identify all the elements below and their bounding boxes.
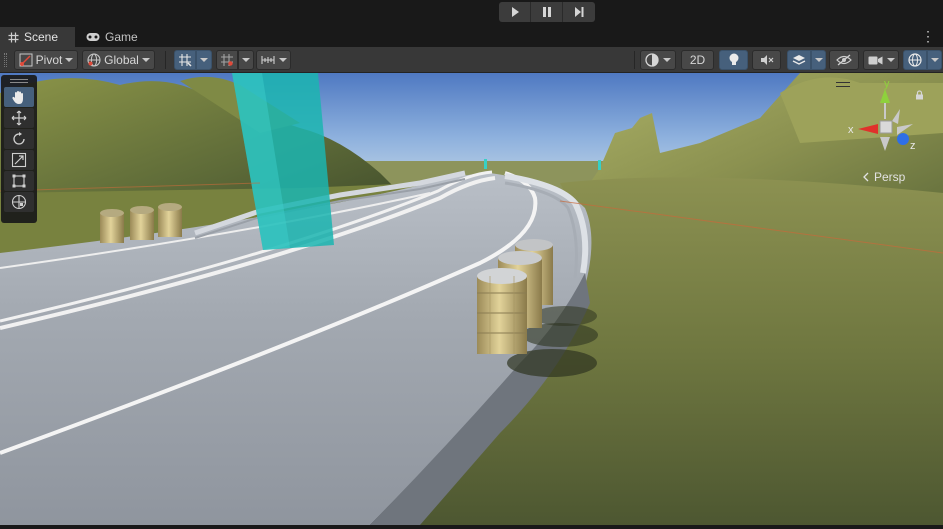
toolbar-grip[interactable] bbox=[4, 53, 7, 67]
audio-toggle-button[interactable] bbox=[752, 50, 781, 70]
perspective-chevron-icon bbox=[863, 172, 869, 182]
chevron-down-icon bbox=[141, 58, 150, 62]
increment-snap-icon bbox=[221, 54, 233, 66]
gizmo-negz-cone[interactable] bbox=[892, 109, 900, 124]
grid-snap-icon bbox=[179, 54, 192, 67]
shading-sphere-icon bbox=[645, 53, 659, 67]
effects-toggle-button[interactable] bbox=[787, 50, 811, 70]
pause-button[interactable] bbox=[531, 2, 563, 22]
gizmo-z-label: z bbox=[910, 140, 916, 152]
layers-effects-icon bbox=[792, 55, 806, 65]
pivot-label: Pivot bbox=[35, 53, 63, 67]
gizmo-negy-cone[interactable] bbox=[880, 137, 890, 151]
global-label: Global bbox=[104, 53, 139, 67]
tab-game-label: Game bbox=[105, 30, 138, 44]
grid-snap-button[interactable] bbox=[174, 50, 196, 70]
rotate-tool[interactable] bbox=[4, 129, 34, 149]
chevron-down-icon bbox=[242, 58, 250, 62]
light-bulb-icon bbox=[729, 53, 738, 65]
tools-grip[interactable] bbox=[10, 79, 28, 83]
gizmos-toggle-button[interactable] bbox=[903, 50, 927, 70]
more-options-icon[interactable]: ⋮ bbox=[921, 29, 935, 43]
gizmo-center-cube[interactable] bbox=[879, 120, 893, 134]
step-icon bbox=[575, 7, 584, 17]
toolbar-divider bbox=[165, 51, 166, 69]
transform-tool[interactable] bbox=[4, 192, 34, 212]
gamepad-icon bbox=[86, 33, 100, 41]
globe-icon bbox=[87, 53, 101, 67]
gizmo-x-label: x bbox=[848, 124, 854, 136]
play-icon bbox=[511, 7, 519, 17]
2d-label: 2D bbox=[689, 53, 706, 67]
hand-tool[interactable] bbox=[4, 87, 34, 107]
tab-scene-label: Scene bbox=[24, 30, 59, 44]
scene-render bbox=[0, 73, 943, 525]
toolbar-divider bbox=[634, 51, 635, 69]
gizmo-x-cone[interactable] bbox=[858, 124, 878, 134]
camera-settings-dropdown[interactable] bbox=[863, 50, 899, 70]
rect-tool[interactable] bbox=[4, 171, 34, 191]
rotate-icon bbox=[13, 132, 25, 145]
projection-label: Persp bbox=[874, 170, 906, 184]
rect-transform-icon bbox=[12, 174, 26, 188]
audio-muted-icon bbox=[760, 55, 773, 65]
camera-icon bbox=[868, 56, 882, 64]
increment-snap-button[interactable] bbox=[216, 50, 238, 70]
orientation-gizmo[interactable]: y x z bbox=[840, 81, 940, 161]
chevron-down-icon bbox=[886, 58, 895, 62]
chevron-down-icon bbox=[200, 58, 208, 62]
scene-toolbar: Pivot Global 2D bbox=[0, 47, 943, 73]
grid-icon bbox=[8, 32, 19, 42]
scale-icon bbox=[11, 152, 27, 168]
global-dropdown[interactable]: Global bbox=[82, 50, 155, 70]
eye-slash-icon bbox=[836, 54, 852, 66]
chevron-down-icon bbox=[278, 58, 287, 62]
increment-snap-dropdown[interactable] bbox=[238, 50, 254, 70]
tab-scene[interactable]: Scene bbox=[0, 27, 75, 47]
move-tool[interactable] bbox=[4, 108, 34, 128]
distant-marker bbox=[484, 159, 487, 169]
step-button[interactable] bbox=[563, 2, 595, 22]
2d-toggle-button[interactable]: 2D bbox=[681, 50, 714, 70]
chevron-down-icon bbox=[814, 58, 823, 62]
chevron-down-icon bbox=[65, 58, 74, 62]
pause-icon bbox=[542, 7, 551, 17]
play-controls bbox=[499, 2, 595, 22]
effects-dropdown[interactable] bbox=[811, 50, 826, 70]
ruler-dropdown[interactable] bbox=[256, 50, 291, 70]
ruler-icon bbox=[260, 56, 275, 64]
scene-visibility-button[interactable] bbox=[829, 50, 859, 70]
scale-tool[interactable] bbox=[4, 150, 34, 170]
tab-bar: Scene Game ⋮ bbox=[0, 27, 943, 47]
gizmo-y-label: y bbox=[884, 81, 890, 90]
hand-icon bbox=[12, 91, 23, 104]
lighting-toggle-button[interactable] bbox=[719, 50, 748, 70]
chevron-down-icon bbox=[663, 58, 671, 62]
grid-snap-dropdown[interactable] bbox=[196, 50, 212, 70]
bottom-border bbox=[0, 525, 943, 529]
gizmo-y-cone[interactable] bbox=[880, 89, 890, 103]
play-toolbar bbox=[0, 0, 943, 27]
chevron-down-icon bbox=[930, 58, 939, 62]
gizmo-sphere-icon bbox=[908, 53, 922, 67]
draw-mode-dropdown[interactable] bbox=[640, 50, 676, 70]
play-button[interactable] bbox=[499, 2, 531, 22]
distant-marker bbox=[598, 160, 601, 170]
pivot-dropdown[interactable]: Pivot bbox=[14, 50, 78, 70]
gizmos-dropdown[interactable] bbox=[927, 50, 942, 70]
move-arrows-icon bbox=[11, 110, 27, 126]
scene-viewport[interactable]: y x z Persp bbox=[0, 73, 943, 525]
projection-toggle[interactable]: Persp bbox=[862, 170, 905, 184]
tab-game[interactable]: Game bbox=[78, 27, 148, 47]
pivot-icon bbox=[19, 53, 33, 67]
tools-overlay bbox=[1, 75, 37, 223]
gizmo-z-cone[interactable] bbox=[897, 133, 909, 145]
transform-icon bbox=[11, 194, 27, 210]
